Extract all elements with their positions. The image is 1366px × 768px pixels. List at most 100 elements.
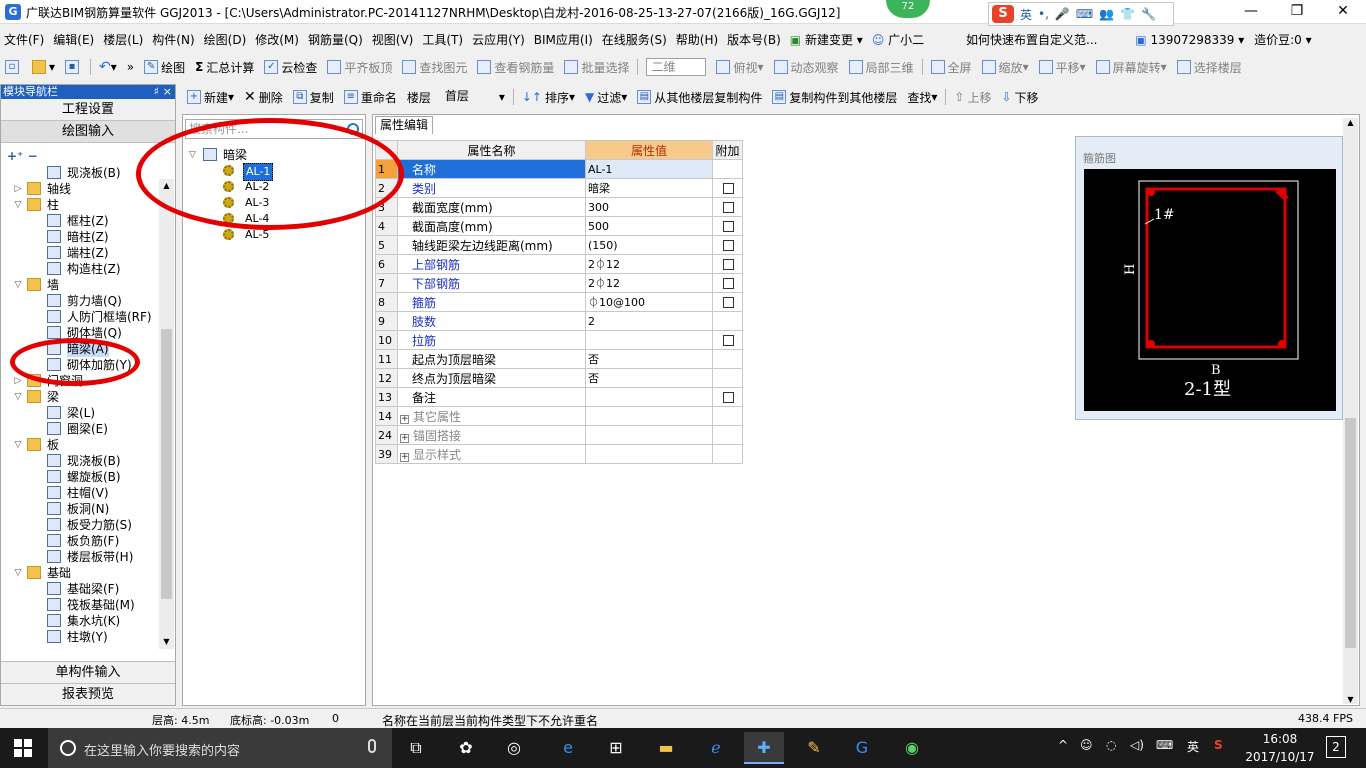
ime-toolbar[interactable]: S 英 •, 🎤 ⌨ 👥 👕 🔧 bbox=[988, 2, 1174, 26]
menu-floor[interactable]: 楼层(L) bbox=[99, 31, 147, 48]
glodon-ggj-icon[interactable]: ✚ bbox=[744, 732, 784, 764]
menu-online[interactable]: 在线服务(S) bbox=[598, 31, 671, 48]
rename-button[interactable]: ≡ 重命名 bbox=[339, 89, 402, 106]
extra-checkbox[interactable] bbox=[723, 240, 734, 251]
menu-cloud[interactable]: 云应用(Y) bbox=[468, 31, 529, 48]
property-row[interactable]: 11 起点为顶层暗梁否 bbox=[375, 349, 743, 369]
taskbar-search-box[interactable]: 在这里输入你要搜索的内容 bbox=[48, 728, 392, 768]
property-name[interactable]: 截面宽度(mm) bbox=[397, 197, 586, 217]
property-value[interactable]: 500 bbox=[585, 216, 713, 236]
property-value[interactable]: 否 bbox=[585, 368, 713, 388]
nav-folder[interactable]: ▽ 柱 bbox=[1, 197, 159, 213]
sum-button[interactable]: Σ 汇总计算 bbox=[190, 59, 259, 76]
tray-sogou-icon[interactable]: S bbox=[1214, 738, 1223, 752]
move-down-button[interactable]: ⇩ 下移 bbox=[996, 89, 1043, 106]
menu-component[interactable]: 构件(N) bbox=[148, 31, 198, 48]
property-value[interactable] bbox=[585, 387, 713, 407]
user-icon[interactable]: 👥 bbox=[1099, 7, 1114, 21]
expand-icon[interactable]: ▷ bbox=[13, 181, 23, 197]
nav-item[interactable]: 螺旋板(B) bbox=[1, 469, 159, 485]
menu-tools[interactable]: 工具(T) bbox=[418, 31, 467, 48]
pin-icon[interactable]: ♯ bbox=[154, 85, 159, 99]
single-component-button[interactable]: 单构件输入 bbox=[1, 661, 175, 683]
property-name[interactable]: 类别 bbox=[397, 178, 586, 198]
skin-icon[interactable]: 👕 bbox=[1120, 7, 1135, 21]
property-name[interactable]: 截面高度(mm) bbox=[397, 216, 586, 236]
expand-icon[interactable]: + bbox=[400, 414, 409, 424]
menu-file[interactable]: 文件(F) bbox=[0, 31, 48, 48]
report-preview-button[interactable]: 报表预览 bbox=[1, 683, 175, 705]
property-row[interactable]: 7 下部钢筋 2⏀12 bbox=[375, 273, 743, 293]
ie-icon[interactable]: ℯ bbox=[696, 732, 736, 764]
notification-icon[interactable]: 2 bbox=[1326, 736, 1346, 758]
property-row[interactable]: 4 截面高度(mm) 500 bbox=[375, 216, 743, 236]
menu-edit[interactable]: 编辑(E) bbox=[49, 31, 98, 48]
menu-assistant[interactable]: ☺ 广小二 bbox=[868, 31, 928, 48]
help-link[interactable]: 如何快速布置自定义范... bbox=[966, 33, 1097, 47]
nav-folder[interactable]: ▽ 板 bbox=[1, 437, 159, 453]
property-row[interactable]: 1 名称 AL-1 bbox=[375, 159, 743, 179]
header-prop-value[interactable]: 属性值 bbox=[585, 140, 713, 160]
extra-checkbox[interactable] bbox=[723, 221, 734, 232]
tools-icon[interactable]: 🔧 bbox=[1141, 7, 1156, 21]
property-row[interactable]: 14 + 其它属性 bbox=[375, 406, 743, 426]
more-button[interactable]: » bbox=[122, 60, 139, 74]
nav-item[interactable]: 梁(L) bbox=[1, 405, 159, 421]
property-row[interactable]: 10 拉筋 bbox=[375, 330, 743, 350]
find-element-button[interactable]: 查找图元 bbox=[397, 59, 472, 76]
flat-top-button[interactable]: 平齐板顶 bbox=[322, 59, 397, 76]
extra-checkbox[interactable] bbox=[723, 259, 734, 270]
nav-scrollbar[interactable]: ▲ ▼ bbox=[159, 179, 174, 649]
menu-new-change[interactable]: ▣ 新建变更 ▾ bbox=[786, 31, 867, 48]
extra-checkbox[interactable] bbox=[723, 392, 734, 403]
property-row[interactable]: 39 + 显示样式 bbox=[375, 444, 743, 464]
close-icon[interactable]: × bbox=[163, 85, 172, 99]
fullscreen-button[interactable]: 全屏 bbox=[926, 59, 977, 76]
microphone-icon[interactable] bbox=[368, 739, 376, 753]
nav-item[interactable]: 板受力筋(S) bbox=[1, 517, 159, 533]
header-extra[interactable]: 附加 bbox=[712, 140, 743, 160]
property-name[interactable]: + 显示样式 bbox=[397, 444, 586, 464]
menu-help[interactable]: 帮助(H) bbox=[672, 31, 722, 48]
expand-icon[interactable]: + bbox=[400, 452, 409, 462]
maximize-button[interactable]: ❐ bbox=[1274, 0, 1320, 24]
user-phone[interactable]: 13907298339 bbox=[1150, 33, 1234, 47]
nav-item[interactable]: 现浇板(B) bbox=[1, 453, 159, 469]
nav-item[interactable]: 人防门框墙(RF) bbox=[1, 309, 159, 325]
property-scrollbar[interactable]: ▲ ▼ bbox=[1343, 118, 1358, 704]
task-view-icon[interactable]: ⧉ bbox=[396, 732, 436, 764]
nav-item[interactable]: 圈梁(E) bbox=[1, 421, 159, 437]
punct-icon[interactable]: •, bbox=[1038, 7, 1049, 21]
cortana-icon[interactable] bbox=[60, 740, 76, 756]
spiral-app-icon[interactable]: ◎ bbox=[494, 732, 534, 764]
copy-to-floor-button[interactable]: ▤ 复制构件到其他楼层 bbox=[767, 89, 902, 106]
property-row[interactable]: 12 终点为顶层暗梁否 bbox=[375, 368, 743, 388]
menu-draw[interactable]: 绘图(D) bbox=[200, 31, 251, 48]
ime-lang[interactable]: 英 bbox=[1020, 6, 1032, 23]
property-row[interactable]: 8 箍筋 ⏀10@100 bbox=[375, 292, 743, 312]
tray-volume-icon[interactable]: ◁) bbox=[1130, 738, 1144, 752]
nav-item[interactable]: 端柱(Z) bbox=[1, 245, 159, 261]
tray-network-icon[interactable]: ◌ bbox=[1106, 738, 1116, 752]
extra-checkbox[interactable] bbox=[723, 183, 734, 194]
property-value[interactable]: (150) bbox=[585, 235, 713, 255]
property-name[interactable]: + 其它属性 bbox=[397, 406, 586, 426]
green-app-icon[interactable]: ◉ bbox=[892, 732, 932, 764]
pan-button[interactable]: 平移 ▾ bbox=[1034, 59, 1091, 76]
property-row[interactable]: 24 + 锚固搭接 bbox=[375, 425, 743, 445]
property-value[interactable] bbox=[585, 425, 713, 445]
property-name[interactable]: 起点为顶层暗梁 bbox=[397, 349, 586, 369]
property-value[interactable] bbox=[585, 406, 713, 426]
expand-icon[interactable]: + bbox=[400, 433, 409, 443]
zoom-button[interactable]: 缩放 ▾ bbox=[977, 59, 1034, 76]
extra-checkbox[interactable] bbox=[723, 278, 734, 289]
property-value[interactable] bbox=[585, 330, 713, 350]
collapse-icon[interactable]: ▽ bbox=[13, 389, 23, 405]
cloud-check-button[interactable]: ✓ 云检查 bbox=[259, 59, 322, 76]
draw-input-button[interactable]: 绘图输入 bbox=[1, 121, 175, 143]
close-button[interactable]: ✕ bbox=[1320, 0, 1366, 24]
view-mode-select[interactable]: 二维 bbox=[641, 58, 711, 76]
nav-item[interactable]: 剪力墙(Q) bbox=[1, 293, 159, 309]
property-value[interactable] bbox=[585, 444, 713, 464]
windows-start-icon[interactable] bbox=[14, 739, 32, 757]
